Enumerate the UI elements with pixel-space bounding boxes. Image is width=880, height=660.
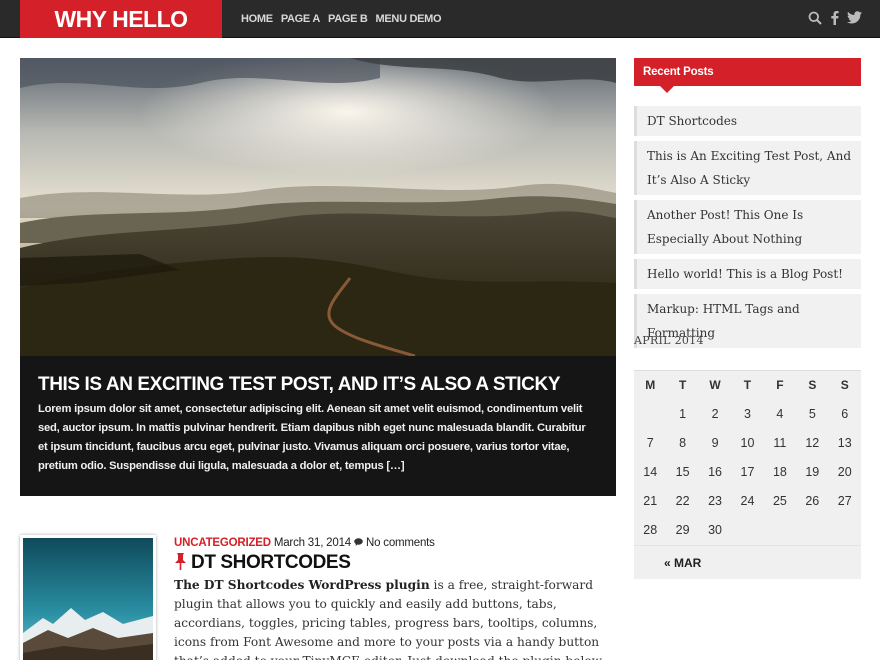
recent-post-link[interactable]: DT Shortcodes xyxy=(634,106,861,136)
calendar-week: 14 15 16 17 18 19 20 xyxy=(634,458,861,487)
calendar-day: 21 xyxy=(643,494,658,508)
calendar-day: 1 xyxy=(679,407,687,421)
weekday-label: S xyxy=(840,378,849,392)
calendar-day: 25 xyxy=(772,494,787,508)
calendar-day: 2 xyxy=(711,407,719,421)
calendar-day: 29 xyxy=(675,523,690,537)
calendar-day: 19 xyxy=(805,465,820,479)
calendar-day: 12 xyxy=(805,436,820,450)
recent-posts-list: DT Shortcodes This is An Exciting Test P… xyxy=(634,106,861,353)
post-category[interactable]: UNCATEGORIZED xyxy=(174,537,271,549)
featured-excerpt: Lorem ipsum dolor sit amet, consectetur … xyxy=(38,403,586,472)
post-entry: UNCATEGORIZED March 31, 2014 No comments… xyxy=(174,537,614,660)
nav-item-page-a[interactable]: PAGE A xyxy=(281,0,320,38)
post-title[interactable]: DT SHORTCODES xyxy=(191,552,351,574)
calendar-day: 30 xyxy=(708,523,722,537)
calendar-day: 14 xyxy=(643,465,658,479)
calendar-caption: APRIL 2014 xyxy=(634,334,704,347)
pin-icon xyxy=(174,552,187,574)
featured-image[interactable] xyxy=(20,58,616,356)
facebook-icon[interactable] xyxy=(830,10,839,25)
calendar-week: 28 29 30 xyxy=(634,516,861,545)
calendar-day: 7 xyxy=(646,436,654,450)
calendar-widget: M T W T F S S 1 2 3 4 5 6 7 8 9 10 11 12… xyxy=(634,370,861,579)
featured-title[interactable]: THIS IS AN EXCITING TEST POST, AND IT’S … xyxy=(38,374,598,396)
calendar-day: 8 xyxy=(679,436,687,450)
site-logo[interactable]: WHY HELLO THERE xyxy=(20,0,222,70)
comment-icon xyxy=(354,537,363,549)
recent-post-link[interactable]: This is An Exciting Test Post, And It’s … xyxy=(634,141,861,195)
calendar-day: 3 xyxy=(744,407,751,421)
calendar-day: 4 xyxy=(776,407,784,421)
weekday-label: T xyxy=(743,378,752,392)
calendar-day xyxy=(634,400,666,429)
site-header: WHY HELLO THERE HOME PAGE A PAGE B MENU … xyxy=(0,0,880,70)
calendar-day xyxy=(731,516,763,545)
weekday-label: T xyxy=(678,378,687,392)
nav-item-home[interactable]: HOME xyxy=(241,0,273,38)
calendar-day: 5 xyxy=(808,407,816,421)
calendar-prev-month-link[interactable]: « MAR xyxy=(634,545,861,579)
featured-post[interactable]: THIS IS AN EXCITING TEST POST, AND IT’S … xyxy=(20,58,616,496)
calendar-day: 13 xyxy=(837,436,852,450)
calendar-day: 18 xyxy=(772,465,787,479)
featured-caption: THIS IS AN EXCITING TEST POST, AND IT’S … xyxy=(20,356,616,496)
recent-posts-heading: Recent Posts xyxy=(634,58,861,93)
calendar-day: 17 xyxy=(740,465,755,479)
nav-item-page-b[interactable]: PAGE B xyxy=(328,0,368,38)
calendar-day xyxy=(829,516,861,545)
weekday-label: F xyxy=(776,378,784,392)
post-title-row: DT SHORTCODES xyxy=(174,552,614,574)
post-excerpt: The DT Shortcodes WordPress plugin is a … xyxy=(174,576,614,660)
header-icons xyxy=(808,10,862,25)
recent-post-link[interactable]: Another Post! This One Is Especially Abo… xyxy=(634,200,861,254)
post-meta: UNCATEGORIZED March 31, 2014 No comments xyxy=(174,537,614,549)
search-icon[interactable] xyxy=(808,11,822,25)
calendar-day: 20 xyxy=(837,465,852,479)
calendar-day: 9 xyxy=(711,436,719,450)
calendar-week: 21 22 23 24 25 26 27 xyxy=(634,487,861,516)
calendar-day: 15 xyxy=(675,465,690,479)
calendar-day xyxy=(764,516,796,545)
weekday-label: M xyxy=(645,378,656,392)
calendar-day: 16 xyxy=(708,465,722,479)
recent-post-link[interactable]: Hello world! This is a Blog Post! xyxy=(634,259,861,289)
calendar-day: 10 xyxy=(740,436,755,450)
calendar-day: 6 xyxy=(841,407,849,421)
calendar-weekday-row: M T W T F S S xyxy=(634,371,861,400)
post-date[interactable]: March 31, 2014 xyxy=(274,537,351,549)
twitter-icon[interactable] xyxy=(847,11,862,24)
post-excerpt-strong: The DT Shortcodes WordPress plugin xyxy=(174,578,430,592)
calendar-day: 26 xyxy=(805,494,820,508)
post-comments[interactable]: No comments xyxy=(366,537,435,549)
calendar-day: 22 xyxy=(675,494,690,508)
post-thumbnail[interactable] xyxy=(20,535,156,660)
calendar-day: 27 xyxy=(837,494,852,508)
calendar-week: 7 8 9 10 11 12 13 xyxy=(634,429,861,458)
calendar-day: 28 xyxy=(643,523,658,537)
calendar-day xyxy=(796,516,828,545)
weekday-label: W xyxy=(709,378,721,392)
calendar-day: 24 xyxy=(740,494,755,508)
weekday-label: S xyxy=(808,378,817,392)
heading-arrow xyxy=(660,86,674,93)
calendar-day: 11 xyxy=(773,436,787,450)
calendar-day: 23 xyxy=(708,494,722,508)
calendar-week: 1 2 3 4 5 6 xyxy=(634,400,861,429)
main-nav: HOME PAGE A PAGE B MENU DEMO xyxy=(241,0,442,38)
nav-item-menu-demo[interactable]: MENU DEMO xyxy=(376,0,442,38)
recent-posts-title: Recent Posts xyxy=(643,66,714,78)
